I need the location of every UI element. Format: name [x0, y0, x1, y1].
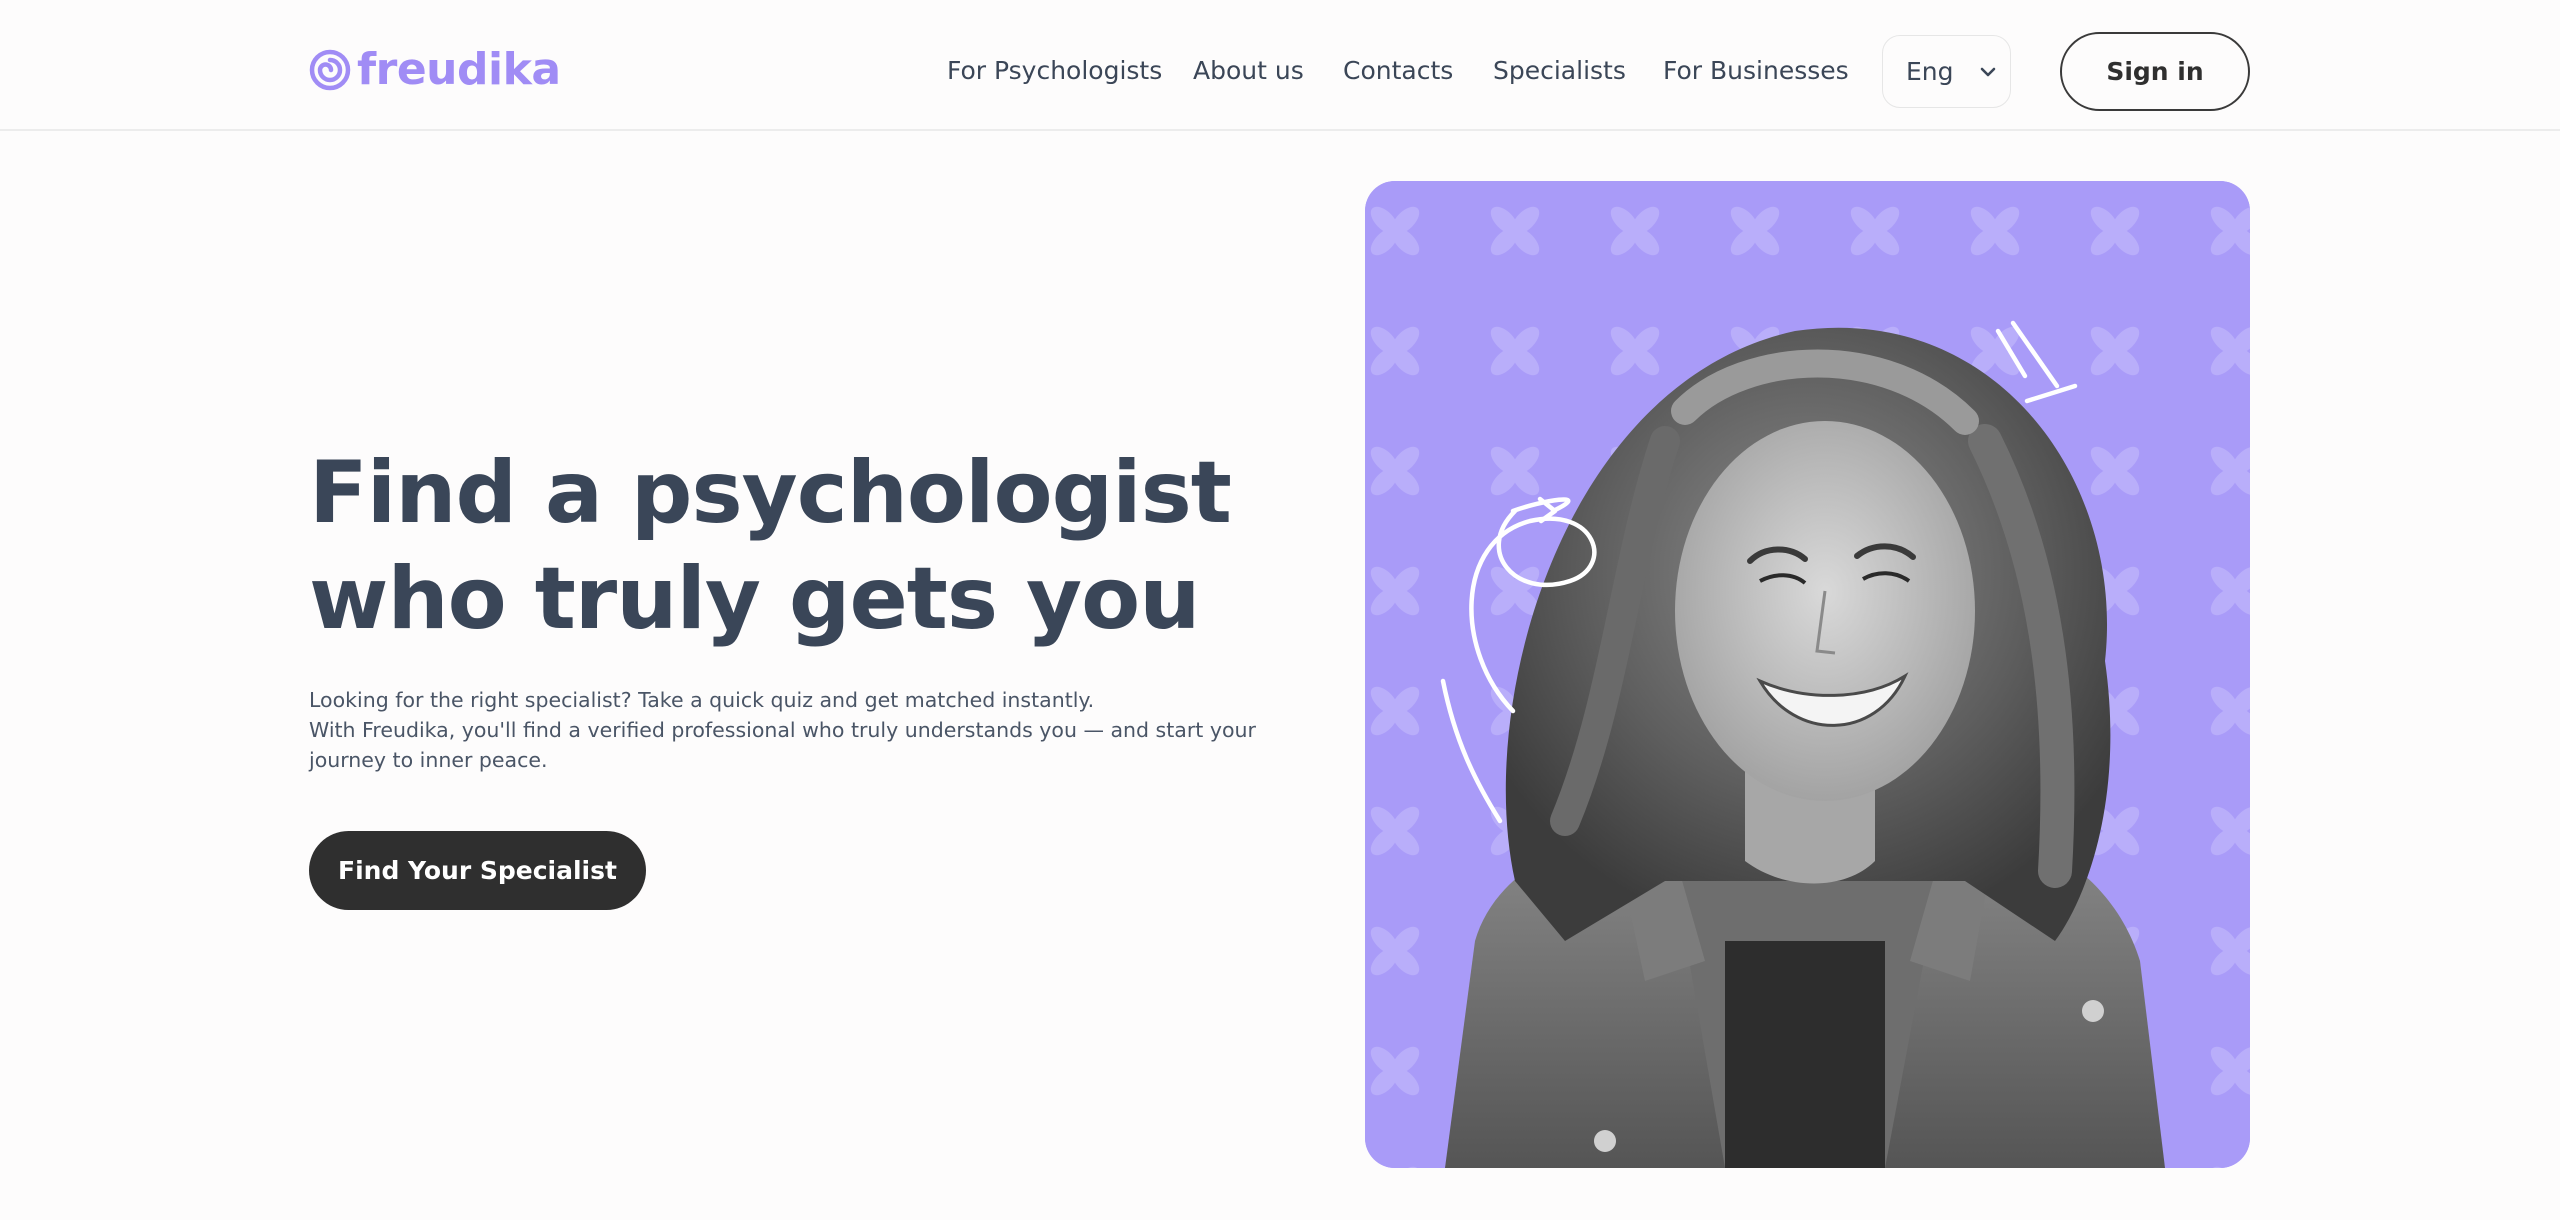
hero-photo-card [1365, 181, 2250, 1168]
brand-logo[interactable]: freudika [309, 44, 561, 96]
site-header: freudika For Psychologists About us Cont… [0, 0, 2560, 131]
nav-link-for-businesses[interactable]: For Businesses [1663, 52, 1849, 90]
sign-in-button[interactable]: Sign in [2060, 32, 2250, 111]
hero-title-line: who truly gets you [309, 549, 1200, 649]
hero-description-line: Looking for the right specialist? Take a… [309, 688, 1095, 712]
hero-description-line: With Freudika, you'll find a verified pr… [309, 718, 1256, 742]
hero-title-line: Find a psychologist [309, 443, 1232, 543]
hero-description-line: journey to inner peace. [309, 748, 548, 772]
brand-name: freudika [357, 44, 561, 95]
nav-link-contacts[interactable]: Contacts [1343, 52, 1453, 90]
hero-description: Looking for the right specialist? Take a… [309, 685, 1256, 775]
nav-link-about-us[interactable]: About us [1193, 52, 1304, 90]
language-select[interactable]: Eng [1882, 35, 2011, 108]
nav-link-for-psychologists[interactable]: For Psychologists [947, 52, 1162, 90]
language-value: Eng [1906, 57, 1954, 86]
chevron-down-icon [1980, 67, 1995, 76]
nav-link-specialists[interactable]: Specialists [1493, 52, 1626, 90]
spiral-icon [309, 49, 351, 91]
hero-photo [1365, 181, 2250, 1168]
find-specialist-button[interactable]: Find Your Specialist [309, 831, 646, 910]
face [1675, 421, 1975, 801]
hero-title: Find a psychologist who truly gets you [309, 440, 1232, 652]
